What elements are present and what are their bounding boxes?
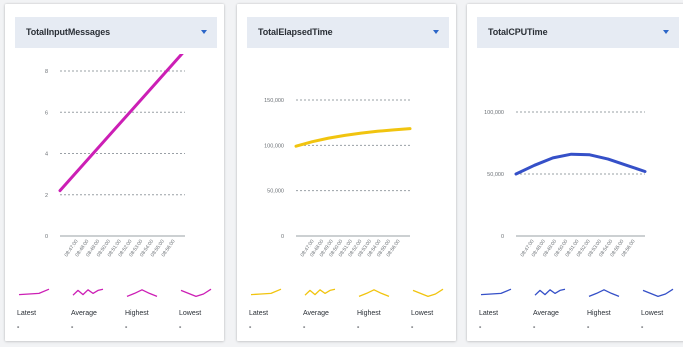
sparkline-icon (304, 288, 336, 296)
chevron-down-icon (433, 30, 439, 34)
y-tick-label: 0 (501, 234, 504, 240)
stat-lowest: Lowest - (411, 286, 465, 340)
metric-select-label: TotalElapsedTime (258, 27, 333, 37)
stat-value: - (249, 324, 252, 331)
y-tick-label: 4 (45, 152, 48, 158)
sparkline-icon (180, 288, 212, 298)
stat-value: - (411, 324, 414, 331)
stat-highest: Highest - (125, 286, 179, 340)
stat-label: Highest (357, 310, 381, 317)
stat-value: - (479, 324, 482, 331)
stat-latest: Latest - (249, 286, 303, 340)
stat-average: Average - (303, 286, 357, 340)
sparkline-icon (642, 288, 674, 298)
stat-value: - (17, 324, 20, 331)
sparkline-icon (126, 289, 158, 298)
stat-value: - (587, 324, 590, 331)
sparkline-icon (72, 288, 104, 296)
metric-card-2: TotalCPUTime 0 50,000 100,000 08:47:00 08:48… (467, 4, 683, 341)
sparkline-icon (534, 288, 566, 296)
y-tick-label: 6 (45, 110, 48, 116)
sparkline-icon (412, 288, 444, 298)
stat-value: - (641, 324, 644, 331)
stat-lowest: Lowest - (641, 286, 683, 340)
sparkline-icon (480, 288, 512, 296)
stat-latest: Latest - (479, 286, 533, 340)
metric-chart-2: 050,000100,00008:47:0008:48:0008:49:0008… (484, 110, 647, 258)
stat-value: - (179, 324, 182, 331)
metric-card-1: TotalElapsedTime 0 50,000 100,000 150,000 08… (237, 4, 456, 341)
stat-average: Average - (71, 286, 125, 340)
y-tick-label: 2 (45, 193, 48, 199)
metric-select-1[interactable]: TotalElapsedTime (247, 17, 449, 48)
metric-summary-2: Latest - Average - Highest - Lowest - (467, 286, 683, 340)
stat-value: - (533, 324, 536, 331)
chevron-down-icon (663, 30, 669, 34)
stat-label: Lowest (641, 310, 664, 317)
stat-label: Latest (249, 310, 269, 317)
y-tick-label: 100,000 (484, 110, 504, 116)
sparkline-icon (250, 288, 282, 296)
y-tick-label: 50,000 (487, 172, 504, 178)
metric-select-0[interactable]: TotalInputMessages (15, 17, 217, 48)
metric-select-label: TotalCPUTime (488, 27, 548, 37)
metric-chart-0: 0246808:47:0008:48:0008:49:0008:50:0008:… (45, 54, 185, 258)
sparkline-icon (358, 289, 390, 298)
stat-label: Average (71, 310, 97, 317)
stat-value: - (357, 324, 360, 331)
series-line (514, 152, 647, 176)
metric-summary-0: Latest - Average - Highest - Lowest - (5, 286, 224, 340)
metric-summary-1: Latest - Average - Highest - Lowest - (237, 286, 456, 340)
stat-highest: Highest - (357, 286, 411, 340)
stat-highest: Highest - (587, 286, 641, 340)
stat-value: - (125, 324, 128, 331)
metric-card-0: TotalInputMessages 0 2 4 6 8 08:47:00 08:48:00… (5, 4, 224, 341)
metric-select-2[interactable]: TotalCPUTime (477, 17, 679, 48)
stat-label: Latest (479, 310, 499, 317)
y-tick-label: 100,000 (264, 143, 284, 149)
series-line (294, 127, 412, 148)
stat-label: Lowest (179, 310, 202, 317)
stat-value: - (303, 324, 306, 331)
sparkline-icon (18, 288, 50, 296)
stat-label: Highest (587, 310, 611, 317)
stat-label: Average (533, 310, 559, 317)
metric-select-label: TotalInputMessages (26, 27, 111, 37)
stat-label: Highest (125, 310, 149, 317)
y-tick-label: 0 (281, 234, 284, 240)
stat-latest: Latest - (17, 286, 71, 340)
stat-value: - (71, 324, 74, 331)
chevron-down-icon (201, 30, 207, 34)
stat-label: Lowest (411, 310, 434, 317)
stat-label: Average (303, 310, 329, 317)
stat-lowest: Lowest - (179, 286, 233, 340)
metric-chart-1: 050,000100,000150,00008:47:0008:48:0008:… (264, 98, 412, 258)
y-tick-label: 150,000 (264, 98, 284, 104)
sparkline-icon (588, 289, 620, 298)
y-tick-label: 50,000 (267, 189, 284, 195)
stat-average: Average - (533, 286, 587, 340)
series-line (58, 54, 184, 193)
y-tick-label: 8 (45, 69, 48, 75)
stat-label: Latest (17, 310, 37, 317)
y-tick-label: 0 (45, 234, 48, 240)
